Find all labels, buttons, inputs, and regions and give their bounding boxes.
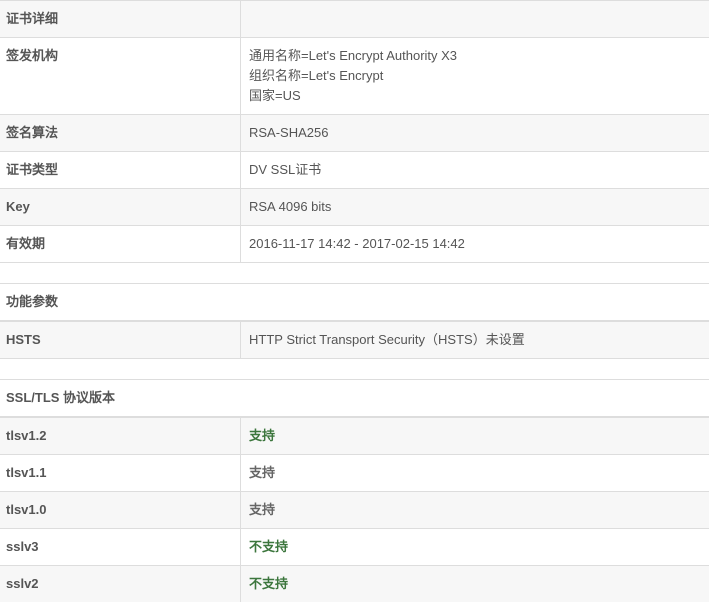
row-label: 证书类型 bbox=[0, 152, 241, 189]
table-row: sslv3不支持 bbox=[0, 529, 709, 566]
features-header-row: 功能参数 bbox=[0, 284, 709, 322]
table-row: KeyRSA 4096 bits bbox=[0, 189, 709, 226]
row-value: DV SSL证书 bbox=[241, 152, 709, 189]
issuer-cn: 通用名称=Let's Encrypt Authority X3 bbox=[249, 46, 703, 66]
issuer-org: 组织名称=Let's Encrypt bbox=[249, 66, 703, 86]
protocols-section-title: SSL/TLS 协议版本 bbox=[0, 380, 709, 418]
row-label: 签发机构 bbox=[0, 38, 241, 115]
table-row: tlsv1.0支持 bbox=[0, 492, 709, 529]
protocols-table: SSL/TLS 协议版本 tlsv1.2支持 tlsv1.1支持 tlsv1.0… bbox=[0, 379, 709, 602]
row-value: 2016-11-17 14:42 - 2017-02-15 14:42 bbox=[241, 226, 709, 263]
certificate-details-table: 证书详细 签发机构通用名称=Let's Encrypt Authority X3… bbox=[0, 0, 709, 262]
table-row: 签名算法RSA-SHA256 bbox=[0, 115, 709, 152]
protocols-header-row: SSL/TLS 协议版本 bbox=[0, 380, 709, 418]
cert-section-title: 证书详细 bbox=[0, 1, 241, 38]
status-value: 支持 bbox=[241, 417, 709, 455]
table-row: tlsv1.2支持 bbox=[0, 417, 709, 455]
table-row: HSTSHTTP Strict Transport Security（HSTS）… bbox=[0, 321, 709, 358]
row-label: 签名算法 bbox=[0, 115, 241, 152]
spacer bbox=[0, 262, 709, 283]
table-row: tlsv1.1支持 bbox=[0, 455, 709, 492]
table-row: 证书类型DV SSL证书 bbox=[0, 152, 709, 189]
status-value: 支持 bbox=[241, 455, 709, 492]
status-value: 不支持 bbox=[241, 529, 709, 566]
issuer-country: 国家=US bbox=[249, 86, 703, 106]
row-label: tlsv1.2 bbox=[0, 417, 241, 455]
table-row: 签发机构通用名称=Let's Encrypt Authority X3组织名称=… bbox=[0, 38, 709, 115]
status-value: 支持 bbox=[241, 492, 709, 529]
row-value: RSA-SHA256 bbox=[241, 115, 709, 152]
cert-header-row: 证书详细 bbox=[0, 1, 709, 38]
row-label: tlsv1.0 bbox=[0, 492, 241, 529]
row-value: RSA 4096 bits bbox=[241, 189, 709, 226]
row-label: Key bbox=[0, 189, 241, 226]
row-value: HTTP Strict Transport Security（HSTS）未设置 bbox=[241, 321, 709, 358]
row-label: HSTS bbox=[0, 321, 241, 358]
row-value: 通用名称=Let's Encrypt Authority X3组织名称=Let'… bbox=[241, 38, 709, 115]
features-table: 功能参数 HSTSHTTP Strict Transport Security（… bbox=[0, 283, 709, 358]
row-label: sslv3 bbox=[0, 529, 241, 566]
spacer bbox=[0, 358, 709, 379]
row-label: 有效期 bbox=[0, 226, 241, 263]
table-row: 有效期2016-11-17 14:42 - 2017-02-15 14:42 bbox=[0, 226, 709, 263]
row-label: tlsv1.1 bbox=[0, 455, 241, 492]
features-section-title: 功能参数 bbox=[0, 284, 709, 322]
